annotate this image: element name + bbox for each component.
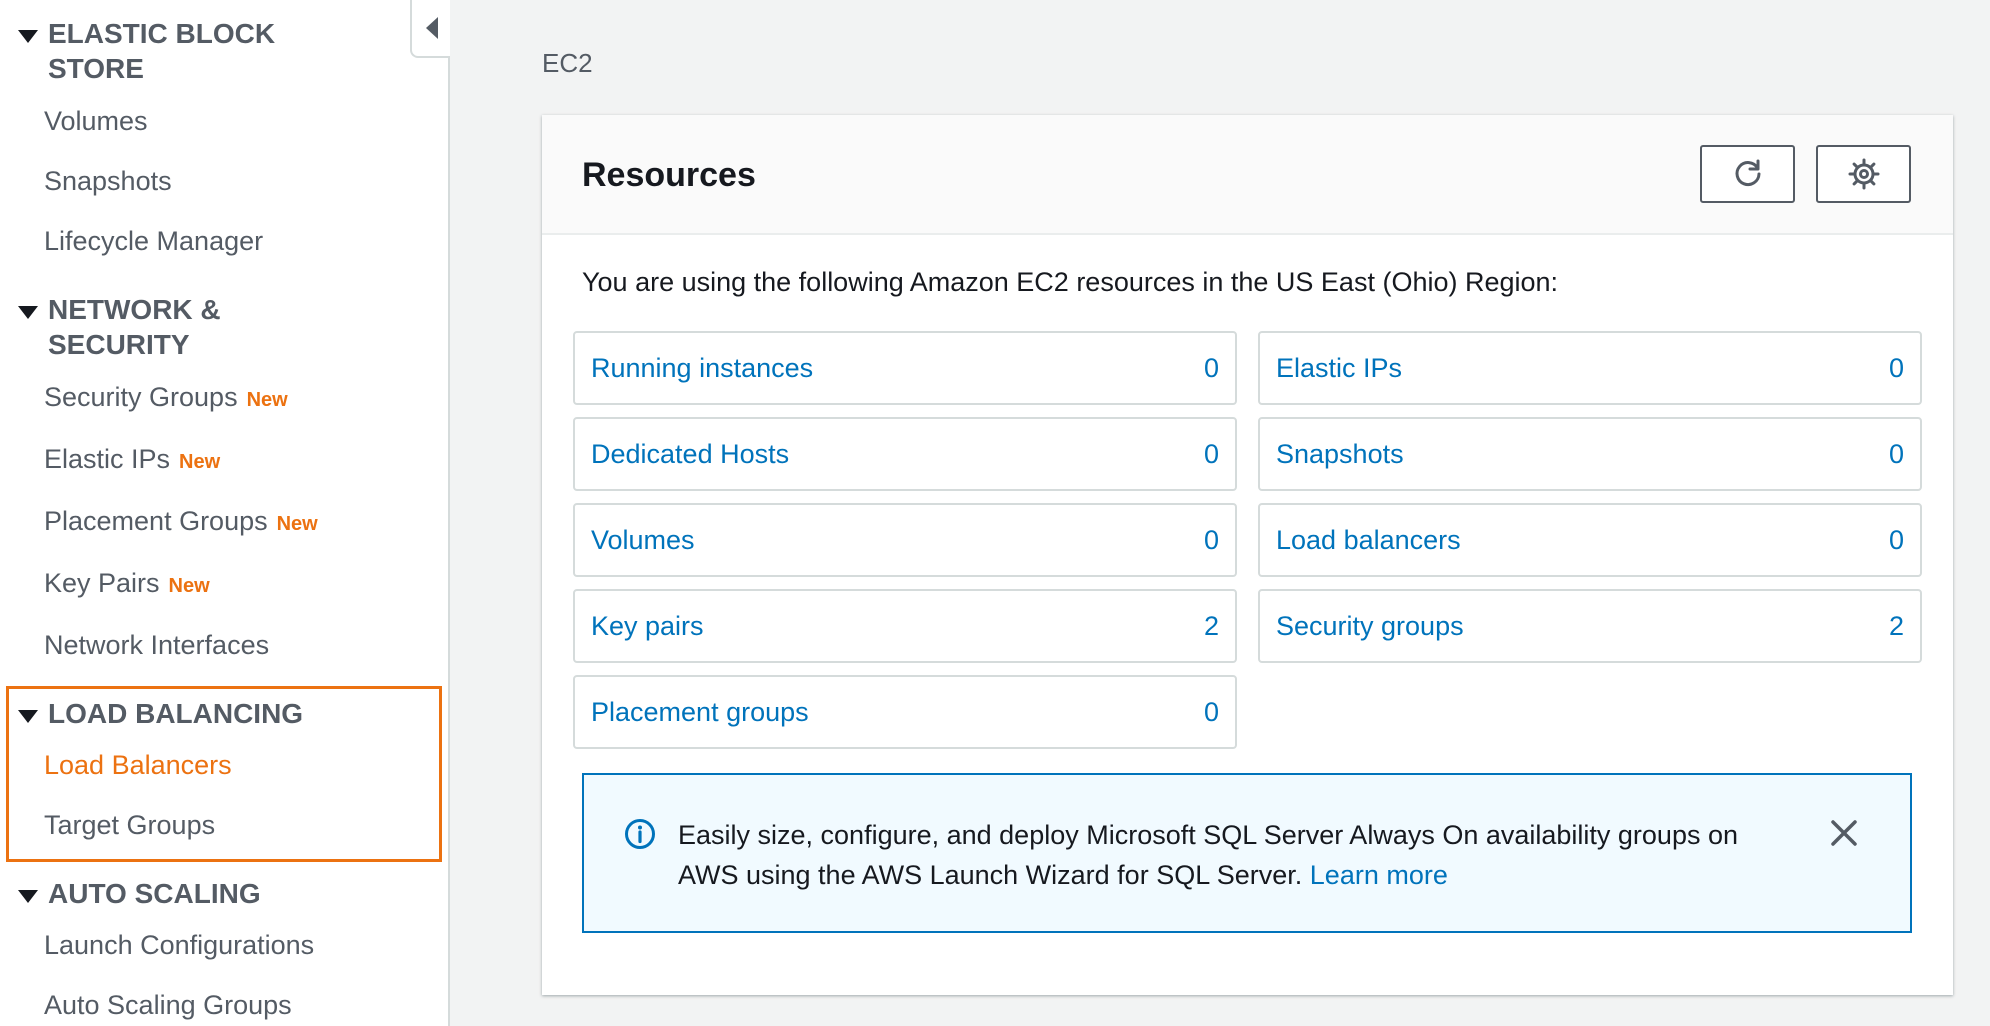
resource-label: Dedicated Hosts <box>591 438 790 469</box>
resource-count: 0 <box>1888 438 1904 469</box>
refresh-button[interactable] <box>1700 145 1795 203</box>
resource-label: Load balancers <box>1276 524 1461 555</box>
resource-label: Elastic IPs <box>1276 352 1403 383</box>
resource-label: Key pairs <box>591 610 704 641</box>
sidebar-item-lifecycle-manager[interactable]: Lifecycle Manager <box>44 226 263 257</box>
caret-down-icon <box>18 710 38 723</box>
sidebar-item-label: Target Groups <box>44 810 216 840</box>
section-title: AUTO SCALING <box>48 878 261 909</box>
sidebar-item-label: Network Interfaces <box>44 630 270 660</box>
resource-label: Running instances <box>591 352 814 383</box>
sidebar-item-label: Elastic IPs <box>44 444 171 474</box>
gear-icon <box>1848 158 1879 190</box>
resource-count: 2 <box>1888 610 1904 641</box>
resource-card-load-balancers[interactable]: Load balancers 0 <box>1258 503 1922 577</box>
caret-down-icon <box>18 30 38 43</box>
resource-count: 0 <box>1203 352 1219 383</box>
resource-count: 0 <box>1888 352 1904 383</box>
sidebar-nav: ELASTIC BLOCK STORE Volumes Snapshots Li… <box>0 0 450 1026</box>
resource-card-snapshots[interactable]: Snapshots 0 <box>1258 417 1922 491</box>
sidebar-item-auto-scaling-groups[interactable]: Auto Scaling Groups <box>44 990 292 1021</box>
learn-more-link[interactable]: Learn more <box>1310 860 1448 890</box>
sidebar-item-target-groups[interactable]: Target Groups <box>44 810 215 841</box>
close-icon[interactable] <box>1828 817 1860 849</box>
new-badge: New <box>246 389 288 411</box>
info-message: Easily size, configure, and deploy Micro… <box>678 815 1778 895</box>
sidebar-item-label: Security Groups <box>44 382 238 412</box>
sidebar-item-snapshots[interactable]: Snapshots <box>44 166 172 197</box>
info-icon <box>625 819 655 849</box>
resources-intro-text: You are using the following Amazon EC2 r… <box>582 267 1559 297</box>
caret-down-icon <box>18 306 38 319</box>
resource-card-running-instances[interactable]: Running instances 0 <box>573 331 1237 405</box>
info-alert: Easily size, configure, and deploy Micro… <box>582 773 1912 933</box>
sidebar-item-label: Auto Scaling Groups <box>44 990 292 1020</box>
sidebar-item-label: Snapshots <box>44 166 172 196</box>
panel-header: Resources <box>542 115 1953 235</box>
resource-card-elastic-ips[interactable]: Elastic IPs 0 <box>1258 331 1922 405</box>
sidebar-item-launch-configurations[interactable]: Launch Configurations <box>44 930 314 961</box>
refresh-icon <box>1735 159 1760 187</box>
chevron-left-icon <box>426 17 438 39</box>
resource-card-placement-groups[interactable]: Placement groups 0 <box>573 675 1237 749</box>
resource-card-dedicated-hosts[interactable]: Dedicated Hosts 0 <box>573 417 1237 491</box>
sidebar-item-network-interfaces[interactable]: Network Interfaces <box>44 630 269 661</box>
section-network-security[interactable]: NETWORK & SECURITY <box>18 292 298 362</box>
resource-label: Placement groups <box>591 696 809 727</box>
panel-title: Resources <box>582 156 756 194</box>
resource-count: 0 <box>1203 524 1219 555</box>
section-load-balancing[interactable]: LOAD BALANCING <box>18 696 303 731</box>
sidebar-item-label: Volumes <box>44 106 148 136</box>
sidebar-item-load-balancers[interactable]: Load Balancers <box>44 750 232 781</box>
resource-count: 0 <box>1888 524 1904 555</box>
caret-down-icon <box>18 890 38 903</box>
settings-button[interactable] <box>1816 145 1911 203</box>
section-elastic-block-store[interactable]: ELASTIC BLOCK STORE <box>18 16 298 86</box>
section-title: LOAD BALANCING <box>48 698 304 729</box>
resource-card-security-groups[interactable]: Security groups 2 <box>1258 589 1922 663</box>
resource-count: 0 <box>1203 438 1219 469</box>
sidebar-item-elastic-ips[interactable]: Elastic IPs New <box>44 444 220 475</box>
sidebar-item-label: Placement Groups <box>44 506 268 536</box>
sidebar-item-label: Launch Configurations <box>44 930 315 960</box>
new-badge: New <box>168 575 210 597</box>
sidebar-item-label: Key Pairs <box>44 568 160 598</box>
breadcrumb[interactable]: EC2 <box>542 48 593 79</box>
resource-label: Volumes <box>591 524 695 555</box>
resource-card-volumes[interactable]: Volumes 0 <box>573 503 1237 577</box>
sidebar-item-placement-groups[interactable]: Placement Groups New <box>44 506 318 537</box>
sidebar-item-label: Lifecycle Manager <box>44 226 264 256</box>
section-title: ELASTIC BLOCK STORE <box>48 18 276 84</box>
sidebar-item-security-groups[interactable]: Security Groups New <box>44 382 288 413</box>
new-badge: New <box>179 451 221 473</box>
sidebar-item-label: Load Balancers <box>44 750 232 780</box>
new-badge: New <box>276 513 318 535</box>
section-title: NETWORK & SECURITY <box>48 294 221 360</box>
resource-label: Security groups <box>1276 610 1464 641</box>
collapse-sidebar-button[interactable] <box>410 0 450 58</box>
resource-count: 0 <box>1203 696 1219 727</box>
info-text: Easily size, configure, and deploy Micro… <box>678 820 1739 890</box>
sidebar-item-key-pairs[interactable]: Key Pairs New <box>44 568 210 599</box>
section-auto-scaling[interactable]: AUTO SCALING <box>18 876 261 911</box>
sidebar-item-volumes[interactable]: Volumes <box>44 106 148 137</box>
resource-card-key-pairs[interactable]: Key pairs 2 <box>573 589 1237 663</box>
resources-panel: Resources You are using the following Am… <box>542 115 1953 995</box>
resource-label: Snapshots <box>1276 438 1404 469</box>
resource-count: 2 <box>1203 610 1219 641</box>
